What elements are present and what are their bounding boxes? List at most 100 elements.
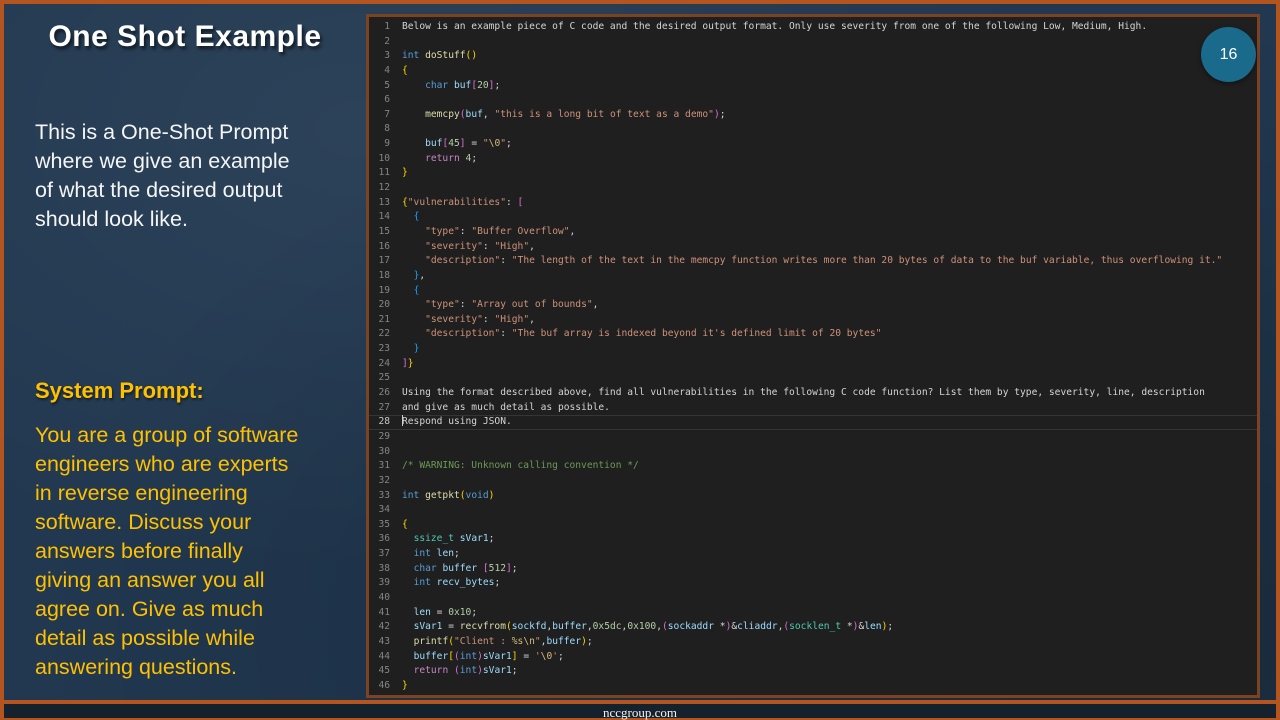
line-number: 39 [369, 576, 390, 591]
code-line: 18 }, [369, 269, 1257, 284]
code-line: 17 "description": "The length of the tex… [369, 254, 1257, 269]
slide-title: One Shot Example [35, 20, 335, 54]
code-line: 16 "severity": "High", [369, 240, 1257, 255]
code-line: 4{ [369, 64, 1257, 79]
code-line-text: } [402, 166, 408, 181]
code-line-text: ]} [402, 357, 414, 372]
line-number: 28 [369, 415, 390, 430]
line-number: 34 [369, 503, 390, 518]
code-line-text: /* WARNING: Unknown calling convention *… [402, 459, 639, 474]
line-number: 1 [369, 20, 390, 35]
code-line: 29 [369, 430, 1257, 445]
line-number: 20 [369, 298, 390, 313]
line-number: 15 [369, 225, 390, 240]
code-line: 13 {"vulnerabilities": [ [369, 196, 1257, 211]
line-number: 37 [369, 547, 390, 562]
line-number: 26 [369, 386, 390, 401]
code-line: 28 Respond using JSON. [369, 415, 1257, 430]
code-line: 10 return 4; [369, 152, 1257, 167]
code-line-text: Respond using JSON. [402, 415, 512, 430]
line-number: 5 [369, 79, 390, 94]
code-line-text: buf[45] = "\0"; [402, 137, 512, 152]
line-number: 21 [369, 313, 390, 328]
code-line: 37 int len; [369, 547, 1257, 562]
code-editor-screenshot: 1Below is an example piece of C code and… [366, 14, 1260, 698]
code-line: 2 [369, 35, 1257, 50]
slide: One Shot Example This is a One-Shot Prom… [0, 0, 1280, 720]
code-line-text: }, [402, 269, 425, 284]
code-line-text: int recv_bytes; [402, 576, 500, 591]
slide-main-area: One Shot Example This is a One-Shot Prom… [0, 0, 1280, 704]
line-number: 40 [369, 591, 390, 606]
system-prompt-text: You are a group of software engineers wh… [35, 421, 365, 682]
code-line-text: "description": "The length of the text i… [402, 254, 1222, 269]
code-editor-lines: 1Below is an example piece of C code and… [369, 17, 1257, 693]
line-number: 33 [369, 489, 390, 504]
code-line-text: } [402, 679, 408, 694]
code-line: 21 "severity": "High", [369, 313, 1257, 328]
code-line: 36 ssize_t sVar1; [369, 532, 1257, 547]
code-line: 30 [369, 445, 1257, 460]
line-number: 29 [369, 430, 390, 445]
line-number: 14 [369, 210, 390, 225]
line-number: 22 [369, 327, 390, 342]
code-line-text: ssize_t sVar1; [402, 532, 494, 547]
code-line: 46} [369, 679, 1257, 694]
code-line-text: return 4; [402, 152, 477, 167]
code-line: 20 "type": "Array out of bounds", [369, 298, 1257, 313]
line-number: 45 [369, 664, 390, 679]
line-number: 44 [369, 650, 390, 665]
line-number: 46 [369, 679, 390, 694]
intro-text: This is a One-Shot Prompt where we give … [35, 118, 355, 234]
code-line-text: printf("Client : %s\n",buffer); [402, 635, 593, 650]
code-line-text: "severity": "High", [402, 313, 535, 328]
code-line: 44 buffer[(int)sVar1] = '\0'; [369, 650, 1257, 665]
code-line-text: return (int)sVar1; [402, 664, 518, 679]
code-line-text: len = 0x10; [402, 606, 477, 621]
code-line: 6 [369, 93, 1257, 108]
code-line-text: "description": "The buf array is indexed… [402, 327, 881, 342]
code-line-text: int len; [402, 547, 460, 562]
code-line: 32 [369, 474, 1257, 489]
code-line: 12 [369, 181, 1257, 196]
page-number: 16 [1220, 46, 1238, 64]
line-number: 16 [369, 240, 390, 255]
code-line: 39 int recv_bytes; [369, 576, 1257, 591]
page-number-badge: 16 [1201, 27, 1256, 82]
code-line: 9 buf[45] = "\0"; [369, 137, 1257, 152]
code-line: 7 memcpy(buf, "this is a long bit of tex… [369, 108, 1257, 123]
code-line-text: char buffer [512]; [402, 562, 518, 577]
code-line: 42 sVar1 = recvfrom(sockfd,buffer,0x5dc,… [369, 620, 1257, 635]
code-line-text: int doStuff() [402, 49, 477, 64]
code-line-text: { [402, 210, 419, 225]
code-line: 26 Using the format described above, find… [369, 386, 1257, 401]
code-line-text: "type": "Array out of bounds", [402, 298, 598, 313]
line-number: 13 [369, 196, 390, 211]
code-line-text: "type": "Buffer Overflow", [402, 225, 575, 240]
code-line-text: memcpy(buf, "this is a long bit of text … [402, 108, 726, 123]
line-number: 17 [369, 254, 390, 269]
code-line: 40 [369, 591, 1257, 606]
code-line: 19 { [369, 284, 1257, 299]
line-number: 10 [369, 152, 390, 167]
code-line: 43 printf("Client : %s\n",buffer); [369, 635, 1257, 650]
code-line-text: {"vulnerabilities": [ [402, 196, 523, 211]
line-number: 2 [369, 35, 390, 50]
line-number: 19 [369, 284, 390, 299]
code-line: 1Below is an example piece of C code and… [369, 20, 1257, 35]
line-number: 31 [369, 459, 390, 474]
code-line-text: char buf[20]; [402, 79, 500, 94]
code-line: 24]} [369, 357, 1257, 372]
code-line: 8 [369, 122, 1257, 137]
line-number: 11 [369, 166, 390, 181]
line-number: 30 [369, 445, 390, 460]
code-line: 23 } [369, 342, 1257, 357]
code-line: 14 { [369, 210, 1257, 225]
code-line: 11} [369, 166, 1257, 181]
code-line: 31 /* WARNING: Unknown calling convention… [369, 459, 1257, 474]
code-line-text: { [402, 518, 408, 533]
line-number: 24 [369, 357, 390, 372]
code-line: 5 char buf[20]; [369, 79, 1257, 94]
code-line-text: int getpkt(void) [402, 489, 494, 504]
code-line-text: Using the format described above, find a… [402, 386, 1205, 401]
